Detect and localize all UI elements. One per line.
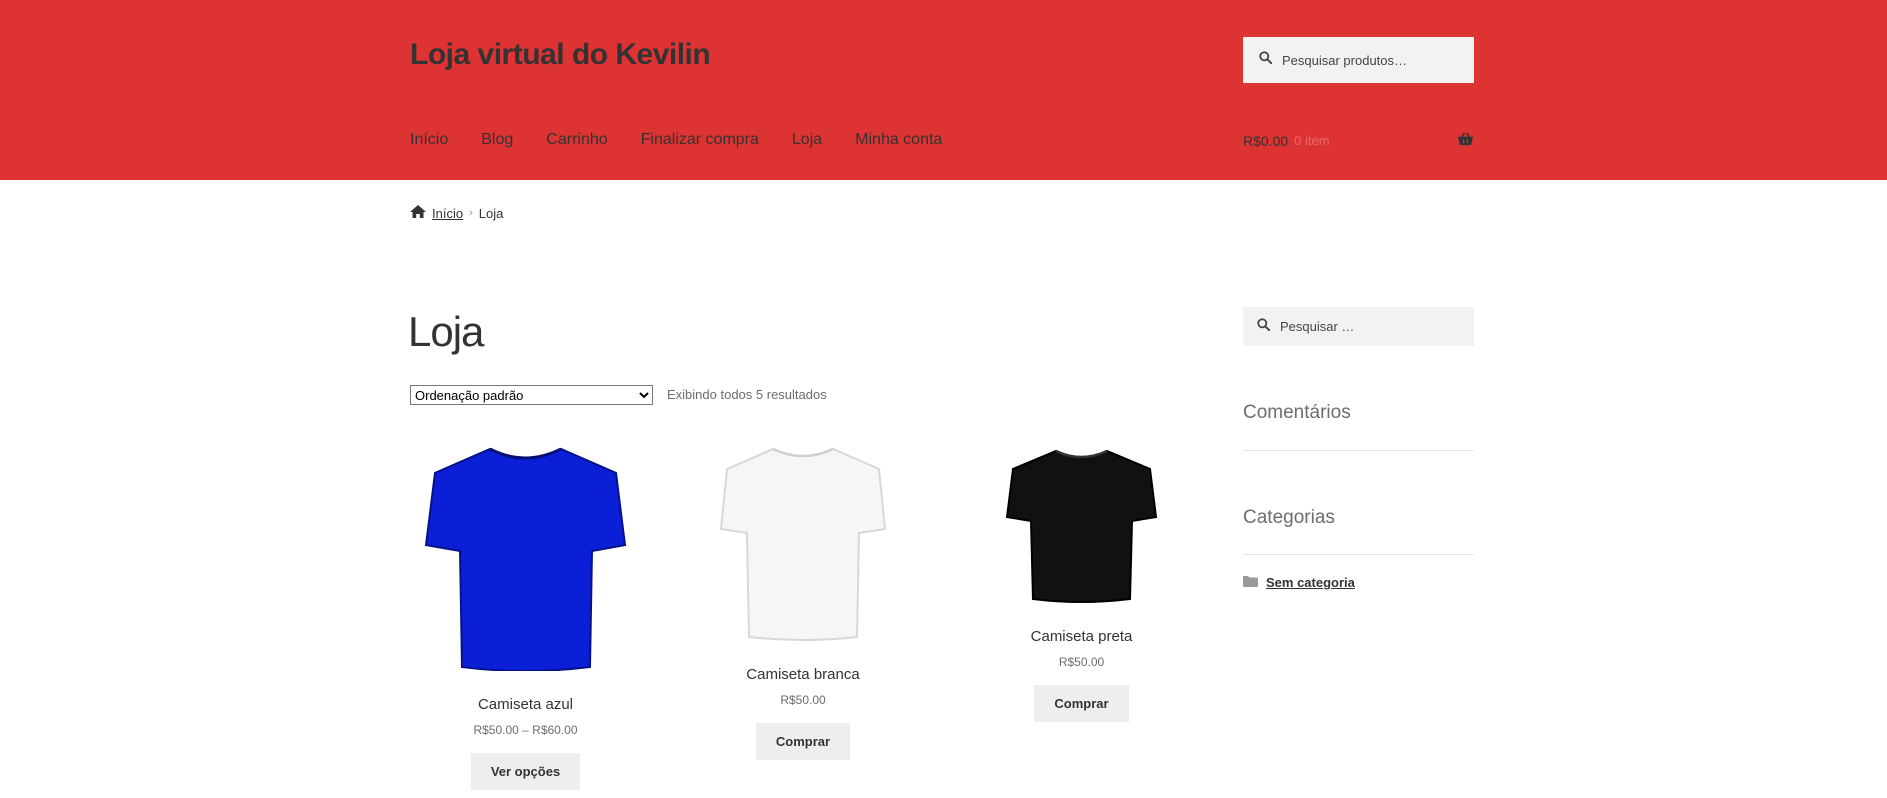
cart-count: 0 item xyxy=(1294,133,1330,148)
product-card-camiseta-azul: Camiseta azul R$50.00 – R$60.00 Ver opçõ… xyxy=(420,445,631,790)
sidebar-search-box[interactable] xyxy=(1243,307,1474,346)
view-options-button[interactable]: Ver opções xyxy=(470,753,581,790)
header-cart[interactable]: R$0.00 0 item xyxy=(1243,132,1474,149)
buy-button[interactable]: Comprar xyxy=(755,723,851,760)
nav-item-minha-conta[interactable]: Minha conta xyxy=(855,131,942,149)
product-search-box[interactable] xyxy=(1243,37,1474,83)
categories-widget-title: Categorias xyxy=(1243,507,1335,528)
product-image-camiseta-preta[interactable] xyxy=(1004,447,1159,604)
product-card-camiseta-branca: Camiseta branca R$50.00 Comprar xyxy=(713,445,893,760)
search-icon xyxy=(1259,51,1273,69)
site-title[interactable]: Loja virtual do Kevilin xyxy=(410,38,711,72)
folder-icon xyxy=(1243,575,1258,590)
nav-item-inicio[interactable]: Início xyxy=(410,131,448,149)
breadcrumb-separator: › xyxy=(469,207,473,219)
primary-nav: Início Blog Carrinho Finalizar compra Lo… xyxy=(410,131,975,149)
product-name[interactable]: Camiseta branca xyxy=(713,666,893,683)
breadcrumb-current: Loja xyxy=(478,205,504,221)
home-icon xyxy=(410,205,426,221)
nav-item-carrinho[interactable]: Carrinho xyxy=(546,131,607,149)
product-image-camiseta-branca[interactable] xyxy=(713,445,893,641)
product-price: R$50.00 – R$60.00 xyxy=(473,723,578,737)
product-name[interactable]: Camiseta azul xyxy=(420,696,631,713)
search-icon xyxy=(1257,317,1271,336)
sidebar-search-input[interactable] xyxy=(1280,319,1460,334)
nav-item-blog[interactable]: Blog xyxy=(481,131,513,149)
product-name[interactable]: Camiseta preta xyxy=(1004,628,1159,645)
product-price: R$50.00 xyxy=(1058,655,1105,669)
cart-total: R$0.00 xyxy=(1243,132,1289,149)
widget-divider xyxy=(1243,450,1474,451)
product-card-camiseta-preta: Camiseta preta R$50.00 Comprar xyxy=(1004,447,1159,722)
result-count: Exibindo todos 5 resultados xyxy=(667,387,827,402)
nav-item-finalizar-compra[interactable]: Finalizar compra xyxy=(641,131,759,149)
breadcrumb-home-link[interactable]: Início xyxy=(432,206,463,221)
breadcrumb: Início › Loja xyxy=(410,205,503,221)
category-link-sem-categoria[interactable]: Sem categoria xyxy=(1266,575,1355,590)
category-item: Sem categoria xyxy=(1243,575,1355,590)
comments-widget-title: Comentários xyxy=(1243,402,1351,423)
basket-icon[interactable] xyxy=(1457,132,1474,149)
product-search-input[interactable] xyxy=(1282,52,1462,68)
ordering-select[interactable]: Ordenação padrão xyxy=(410,385,653,405)
product-price: R$50.00 xyxy=(780,693,826,707)
widget-divider xyxy=(1243,554,1474,555)
site-header: Loja virtual do Kevilin Início Blog Carr… xyxy=(0,0,1887,180)
page-title: Loja xyxy=(408,308,484,355)
product-image-camiseta-azul[interactable] xyxy=(420,445,631,672)
buy-button[interactable]: Comprar xyxy=(1034,685,1129,722)
nav-item-loja[interactable]: Loja xyxy=(792,131,822,149)
